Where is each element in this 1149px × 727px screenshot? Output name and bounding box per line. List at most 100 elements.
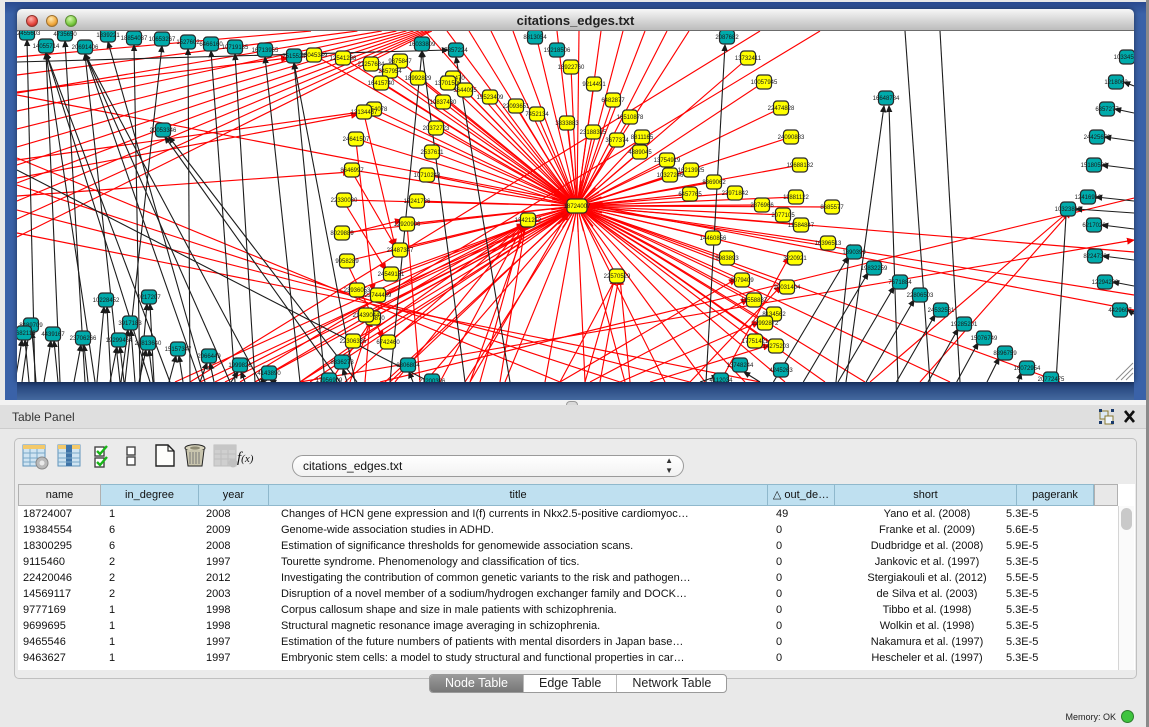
svg-text:20691406: 20691406 (72, 45, 99, 51)
svg-text:1999828: 1999828 (228, 363, 252, 369)
svg-text:22744459: 22744459 (365, 293, 392, 299)
svg-text:1839221: 1839221 (96, 33, 120, 39)
svg-text:8685577: 8685577 (820, 205, 844, 211)
svg-text:8646997: 8646997 (340, 168, 364, 174)
svg-text:21439044: 21439044 (353, 313, 380, 319)
svg-text:22474828: 22474828 (768, 106, 795, 112)
svg-text:20813640: 20813640 (135, 341, 162, 347)
svg-text:23706266: 23706266 (70, 336, 97, 342)
svg-text:3644095: 3644095 (453, 88, 477, 94)
svg-text:8079409: 8079409 (730, 278, 754, 284)
svg-text:19285201: 19285201 (951, 322, 978, 328)
svg-text:9958289: 9958289 (335, 259, 359, 265)
svg-text:6742460: 6742460 (376, 340, 400, 346)
svg-text:13754919: 13754919 (654, 158, 681, 164)
svg-text:16072954: 16072954 (1014, 366, 1041, 372)
svg-text:1527602: 1527602 (176, 40, 200, 46)
svg-text:8813054: 8813054 (523, 35, 547, 41)
svg-text:12920906: 12920906 (394, 222, 421, 228)
svg-text:21257684: 21257684 (358, 62, 385, 68)
svg-text:2457954: 2457954 (378, 69, 402, 75)
svg-text:13748244: 13748244 (727, 363, 754, 369)
svg-text:10057945: 10057945 (751, 80, 778, 86)
svg-text:2077105: 2077105 (771, 213, 795, 219)
svg-text:17956909: 17956909 (316, 378, 343, 382)
svg-text:13421212: 13421212 (515, 218, 542, 224)
svg-text:4439167: 4439167 (41, 332, 65, 338)
svg-text:7357224: 7357224 (444, 48, 468, 54)
svg-text:4112034: 4112034 (710, 378, 734, 382)
svg-text:22093651: 22093651 (503, 104, 530, 110)
svg-text:24425670: 24425670 (1084, 135, 1111, 141)
svg-text:8029889: 8029889 (330, 231, 354, 237)
svg-text:10228452: 10228452 (93, 298, 120, 304)
svg-text:9983893: 9983893 (715, 256, 739, 262)
svg-text:19523409: 19523409 (477, 95, 504, 101)
svg-text:9214491: 9214491 (582, 82, 606, 88)
svg-text:22455603: 22455603 (17, 31, 41, 37)
svg-text:8811165: 8811165 (631, 135, 654, 141)
svg-text:4389045: 4389045 (628, 150, 652, 156)
svg-text:24549181: 24549181 (378, 272, 405, 278)
svg-text:7452134: 7452134 (525, 112, 549, 118)
svg-text:16648784: 16648784 (873, 96, 900, 102)
svg-text:16510878: 16510878 (617, 115, 644, 121)
svg-text:18922760: 18922760 (558, 65, 585, 71)
svg-text:6457765: 6457765 (678, 192, 702, 198)
svg-text:9217207: 9217207 (137, 295, 161, 301)
svg-text:6217026: 6217026 (1082, 223, 1106, 229)
svg-text:2537611: 2537611 (421, 150, 445, 156)
svg-text:15076749: 15076749 (971, 336, 998, 342)
svg-text:3220921: 3220921 (783, 256, 807, 262)
svg-text:19299464: 19299464 (106, 338, 133, 344)
svg-text:23971842: 23971842 (722, 191, 749, 197)
svg-text:23487347: 23487347 (387, 248, 414, 254)
svg-text:8369062: 8369062 (702, 180, 726, 186)
svg-text:3333883: 3333883 (555, 121, 579, 127)
svg-text:12294238: 12294238 (1092, 280, 1119, 286)
svg-text:14460856: 14460856 (700, 236, 727, 242)
svg-text:4735650: 4735650 (53, 32, 77, 38)
svg-text:7671884: 7671884 (888, 280, 912, 286)
svg-text:2087682: 2087682 (715, 35, 739, 41)
svg-text:10837430: 10837430 (430, 100, 457, 106)
svg-text:2876966: 2876966 (750, 203, 774, 209)
svg-text:8336273: 8336273 (330, 360, 354, 366)
svg-text:19832259: 19832259 (861, 266, 888, 272)
svg-text:13732411: 13732411 (735, 56, 762, 62)
svg-text:18724007: 18724007 (564, 204, 591, 210)
svg-text:12416912: 12416912 (1075, 195, 1102, 201)
svg-text:11881122: 11881122 (783, 195, 809, 201)
svg-text:1218062: 1218062 (1104, 80, 1128, 86)
svg-text:10323815: 10323815 (1055, 207, 1082, 213)
svg-text:11558837: 11558837 (741, 298, 768, 304)
svg-text:10719185: 10719185 (222, 45, 249, 51)
svg-text:8224730: 8224730 (1083, 254, 1107, 260)
svg-text:20772475: 20772475 (1038, 377, 1065, 382)
svg-text:16033809: 16033809 (409, 42, 436, 48)
svg-text:16396513: 16396513 (815, 241, 842, 247)
svg-text:1890399: 1890399 (842, 250, 866, 256)
svg-text:12541238: 12541238 (330, 56, 357, 62)
svg-text:3677374: 3677374 (605, 138, 629, 144)
svg-text:2066449: 2066449 (197, 354, 221, 360)
svg-text:15180586: 15180586 (1081, 163, 1108, 169)
svg-text:13241736: 13241736 (404, 199, 431, 205)
svg-text:16415740: 16415740 (368, 81, 395, 87)
svg-text:19218506: 19218506 (544, 48, 571, 54)
svg-text:10710248: 10710248 (414, 173, 441, 179)
svg-text:10653267: 10653267 (149, 37, 176, 43)
svg-text:22570529: 22570529 (604, 274, 631, 280)
svg-text:11584847: 11584847 (788, 223, 815, 229)
svg-text:13134457: 13134457 (351, 110, 378, 116)
svg-text:8396759: 8396759 (993, 351, 1017, 357)
svg-text:22806503: 22806503 (907, 293, 934, 299)
svg-text:23188315: 23188315 (580, 130, 607, 136)
svg-text:6357277: 6357277 (1095, 107, 1119, 113)
svg-text:20053346: 20053346 (150, 128, 177, 134)
svg-text:3917183: 3917183 (118, 321, 142, 327)
svg-text:19688132: 19688132 (787, 163, 814, 169)
svg-text:5682115: 5682115 (17, 331, 36, 337)
svg-text:15157347: 15157347 (165, 347, 192, 353)
svg-text:20031404: 20031404 (774, 285, 801, 291)
